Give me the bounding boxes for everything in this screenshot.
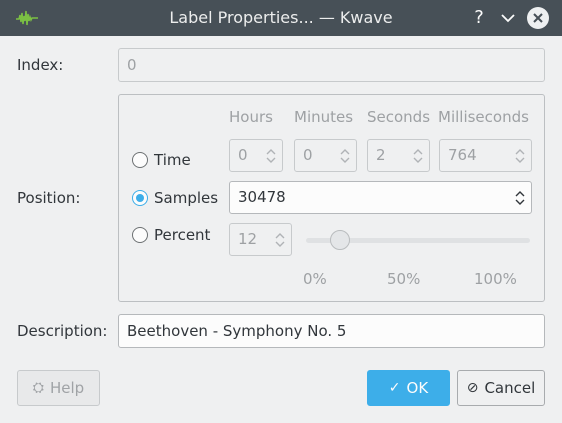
percent-spinbox: 12 bbox=[229, 223, 292, 256]
samples-spinbox[interactable]: 30478 bbox=[229, 181, 532, 214]
cancel-icon: ⊘ bbox=[466, 380, 479, 396]
cancel-button-label: Cancel bbox=[484, 379, 536, 397]
milliseconds-spinbox: 764 bbox=[439, 139, 532, 172]
index-field: 0 bbox=[118, 48, 545, 82]
samples-radio[interactable]: Samples bbox=[132, 189, 218, 207]
description-input[interactable]: Beethoven - Symphony No. 5 bbox=[118, 314, 545, 348]
index-label: Index: bbox=[17, 56, 64, 74]
minutes-header: Minutes bbox=[294, 108, 354, 126]
position-label: Position: bbox=[17, 189, 81, 207]
time-radio-label: Time bbox=[154, 151, 191, 169]
percent-radio[interactable]: Percent bbox=[132, 226, 210, 244]
samples-radio-circle[interactable] bbox=[132, 190, 148, 206]
percent-radio-label: Percent bbox=[154, 226, 211, 244]
hours-value: 0 bbox=[238, 146, 248, 164]
spin-arrows-icon bbox=[275, 233, 285, 247]
tick-label: 50% bbox=[387, 270, 421, 288]
spin-arrows-icon bbox=[413, 149, 423, 163]
spin-arrows-icon[interactable] bbox=[514, 189, 526, 207]
hours-spinbox: 0 bbox=[229, 139, 283, 172]
samples-value: 30478 bbox=[238, 188, 286, 206]
description-label: Description: bbox=[17, 322, 108, 340]
spin-arrows-icon bbox=[266, 149, 276, 163]
ok-button[interactable]: ✓ OK bbox=[367, 370, 450, 406]
milliseconds-header: Milliseconds bbox=[438, 108, 529, 126]
checkmark-icon: ✓ bbox=[388, 380, 401, 396]
help-button-label: Help bbox=[50, 379, 85, 397]
milliseconds-value: 764 bbox=[448, 146, 477, 164]
time-radio-circle[interactable] bbox=[132, 152, 148, 168]
minimize-button[interactable] bbox=[497, 7, 519, 29]
hours-header: Hours bbox=[229, 108, 273, 126]
help-button: ⛭ Help bbox=[17, 370, 100, 406]
spin-arrows-icon bbox=[515, 149, 525, 163]
seconds-spinbox: 2 bbox=[367, 139, 430, 172]
help-lifebuoy-icon: ⛭ bbox=[32, 380, 44, 396]
cancel-button[interactable]: ⊘ Cancel bbox=[457, 370, 545, 406]
minutes-spinbox: 0 bbox=[294, 139, 357, 172]
help-titlebar-button[interactable]: ? bbox=[468, 7, 490, 29]
close-button[interactable] bbox=[527, 7, 549, 29]
percent-radio-circle[interactable] bbox=[132, 227, 148, 243]
window-titlebar: Label Properties... — Kwave ? bbox=[0, 0, 562, 36]
tick-label: 100% bbox=[474, 270, 517, 288]
minutes-value: 0 bbox=[303, 146, 313, 164]
tick-label: 0% bbox=[303, 270, 327, 288]
time-radio[interactable]: Time bbox=[132, 151, 191, 169]
spin-arrows-icon bbox=[340, 149, 350, 163]
seconds-header: Seconds bbox=[367, 108, 431, 126]
ok-button-label: OK bbox=[406, 379, 429, 397]
samples-radio-label: Samples bbox=[154, 189, 219, 207]
percent-value: 12 bbox=[238, 230, 258, 248]
seconds-value: 2 bbox=[376, 146, 386, 164]
